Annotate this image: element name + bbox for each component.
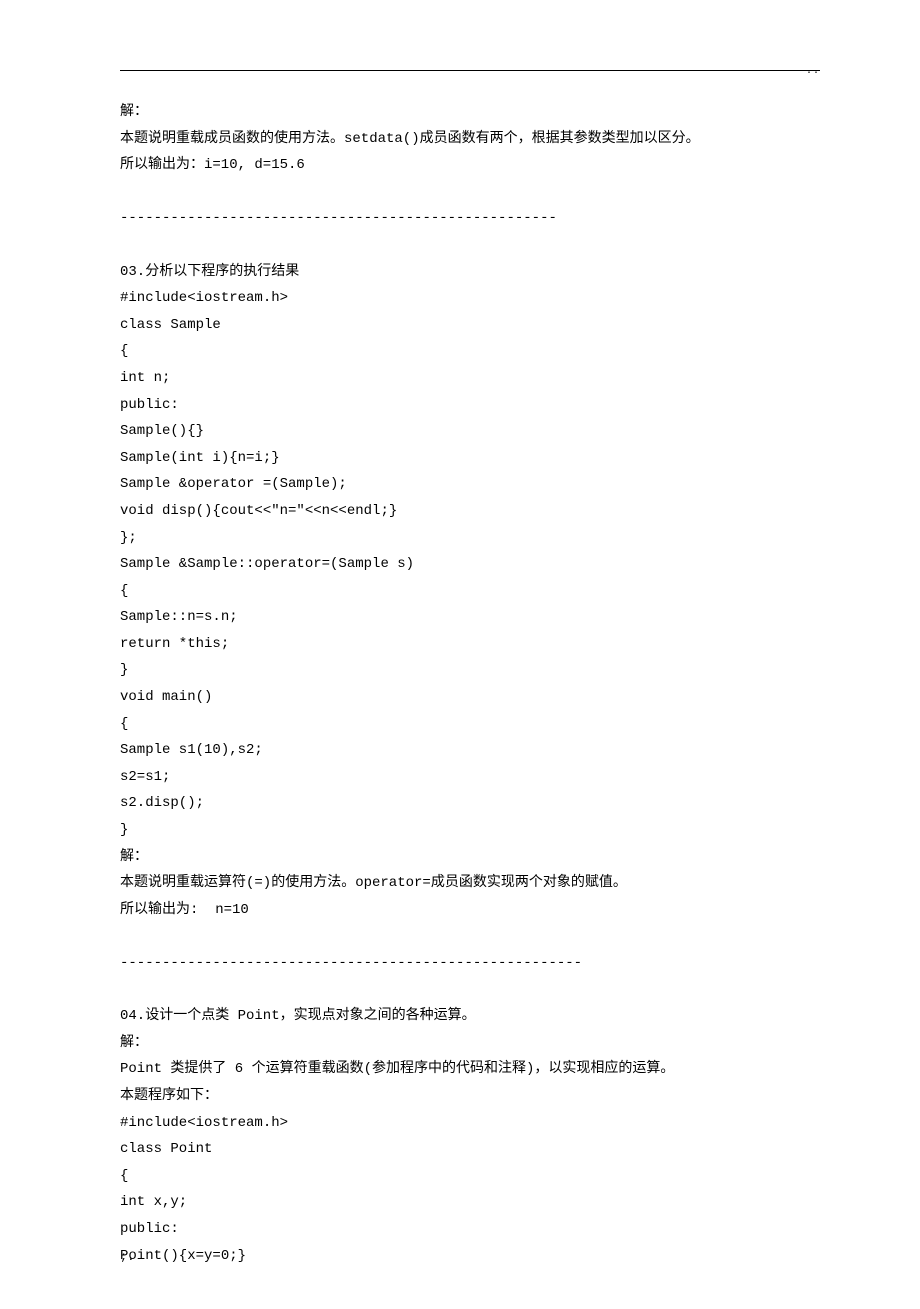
blank-line [120, 923, 820, 950]
text-line: }; [120, 525, 820, 552]
text-line: return *this; [120, 631, 820, 658]
text-line: { [120, 578, 820, 605]
text-line: Sample::n=s.n; [120, 604, 820, 631]
text-line: #include<iostream.h> [120, 1110, 820, 1137]
text-line: class Sample [120, 312, 820, 339]
text-line: Sample &operator =(Sample); [120, 471, 820, 498]
text-line: int x,y; [120, 1189, 820, 1216]
text-line: ----------------------------------------… [120, 950, 820, 977]
text-line: 所以输出为：i=10, d=15.6 [120, 152, 820, 179]
document-body: 解：本题说明重载成员函数的使用方法。setdata()成员函数有两个，根据其参数… [120, 99, 820, 1269]
text-line: 03.分析以下程序的执行结果 [120, 259, 820, 286]
text-line: { [120, 711, 820, 738]
text-line: public: [120, 1216, 820, 1243]
text-line: Sample &Sample::operator=(Sample s) [120, 551, 820, 578]
text-line: 04.设计一个点类 Point，实现点对象之间的各种运算。 [120, 1003, 820, 1030]
text-line: class Point [120, 1136, 820, 1163]
text-line: Point 类提供了 6 个运算符重载函数(参加程序中的代码和注释)，以实现相应… [120, 1056, 820, 1083]
blank-line [120, 232, 820, 259]
text-line: int n; [120, 365, 820, 392]
text-line: ----------------------------------------… [120, 205, 820, 232]
text-line: void disp(){cout<<"n="<<n<<endl;} [120, 498, 820, 525]
text-line: 解： [120, 99, 820, 126]
text-line: } [120, 657, 820, 684]
top-horizontal-rule [120, 70, 820, 71]
text-line: } [120, 817, 820, 844]
text-line: Point(){x=y=0;} [120, 1243, 820, 1270]
text-line: Sample(){} [120, 418, 820, 445]
text-line: #include<iostream.h> [120, 285, 820, 312]
blank-line [120, 179, 820, 206]
footer-mark: ;. [120, 1246, 134, 1269]
text-line: 解： [120, 844, 820, 871]
text-line: public: [120, 392, 820, 419]
text-line: { [120, 338, 820, 365]
text-line: void main() [120, 684, 820, 711]
document-page: .. 解：本题说明重载成员函数的使用方法。setdata()成员函数有两个，根据… [0, 0, 920, 1309]
text-line: 本题程序如下： [120, 1083, 820, 1110]
header-dots: .. [806, 62, 820, 81]
text-line: s2.disp(); [120, 790, 820, 817]
text-line: Sample s1(10),s2; [120, 737, 820, 764]
text-line: Sample(int i){n=i;} [120, 445, 820, 472]
text-line: 本题说明重载成员函数的使用方法。setdata()成员函数有两个，根据其参数类型… [120, 126, 820, 153]
text-line: { [120, 1163, 820, 1190]
text-line: 本题说明重载运算符(=)的使用方法。operator=成员函数实现两个对象的赋值… [120, 870, 820, 897]
text-line: s2=s1; [120, 764, 820, 791]
text-line: 所以输出为: n=10 [120, 897, 820, 924]
blank-line [120, 977, 820, 1004]
text-line: 解： [120, 1030, 820, 1057]
